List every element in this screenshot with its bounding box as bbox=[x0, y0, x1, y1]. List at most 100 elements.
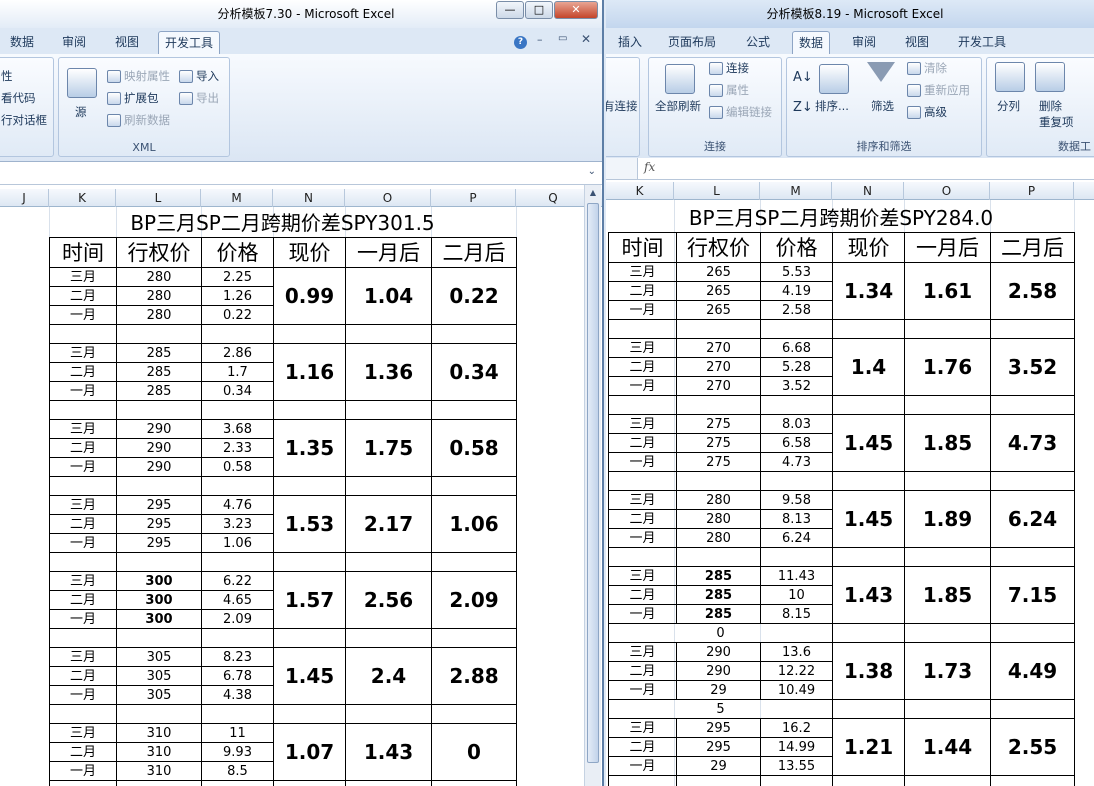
strike-cell[interactable]: 280 bbox=[676, 490, 761, 510]
empty-cell[interactable] bbox=[345, 704, 432, 724]
current-spread-cell[interactable]: 1.34 bbox=[832, 262, 905, 320]
month-cell[interactable]: 三月 bbox=[49, 647, 117, 667]
empty-cell[interactable] bbox=[990, 547, 1075, 567]
import-button[interactable]: 导入 bbox=[179, 68, 219, 84]
empty-cell[interactable] bbox=[345, 780, 432, 786]
price-cell[interactable]: 6.68 bbox=[760, 338, 833, 358]
close-button[interactable]: ✕ bbox=[554, 1, 598, 19]
price-cell[interactable]: 0.58 bbox=[201, 457, 274, 477]
header-cell[interactable]: 行权价 bbox=[676, 232, 761, 263]
empty-cell[interactable] bbox=[273, 628, 346, 648]
text-to-columns-button[interactable]: 分列 bbox=[997, 98, 1020, 114]
expansion-pack-button[interactable]: 扩展包 bbox=[107, 90, 159, 106]
price-cell[interactable]: 4.76 bbox=[201, 495, 274, 515]
tab-developer[interactable]: 开发工具 bbox=[952, 31, 1012, 54]
empty-cell[interactable] bbox=[760, 471, 833, 491]
empty-cell[interactable] bbox=[676, 547, 761, 567]
two-months-later-cell[interactable]: 0.58 bbox=[431, 419, 517, 477]
empty-cell[interactable] bbox=[201, 628, 274, 648]
empty-cell[interactable] bbox=[990, 319, 1075, 339]
one-month-later-cell[interactable]: 1.44 bbox=[904, 718, 991, 776]
month-cell[interactable]: 二月 bbox=[608, 433, 677, 453]
month-cell[interactable]: 三月 bbox=[608, 566, 677, 586]
price-cell[interactable]: 1.26 bbox=[201, 286, 274, 306]
header-cell[interactable]: 行权价 bbox=[116, 237, 202, 268]
strike-cell[interactable]: 305 bbox=[116, 666, 202, 686]
strike-cell[interactable]: 265 bbox=[676, 262, 761, 282]
strike-cell[interactable]: 300 bbox=[116, 609, 202, 629]
strike-cell[interactable]: 285 bbox=[676, 585, 761, 605]
empty-cell[interactable] bbox=[760, 319, 833, 339]
left-formula-bar[interactable]: ⌄ bbox=[0, 163, 602, 185]
strike-cell[interactable]: 285 bbox=[116, 381, 202, 401]
month-cell[interactable]: 三月 bbox=[49, 267, 117, 287]
month-cell[interactable]: 一月 bbox=[608, 680, 677, 700]
empty-cell[interactable] bbox=[990, 471, 1075, 491]
tab-formulas[interactable]: 公式 bbox=[740, 31, 776, 54]
source-button[interactable]: 源 bbox=[75, 104, 87, 120]
scroll-thumb[interactable] bbox=[587, 203, 599, 763]
one-month-later-cell[interactable]: 1.04 bbox=[345, 267, 432, 325]
current-spread-cell[interactable]: 0.99 bbox=[273, 267, 346, 325]
strike-cell[interactable]: 285 bbox=[676, 566, 761, 586]
price-cell[interactable]: 3.68 bbox=[201, 419, 274, 439]
price-cell[interactable]: 0.22 bbox=[201, 305, 274, 325]
month-cell[interactable]: 二月 bbox=[49, 742, 117, 762]
empty-cell[interactable] bbox=[49, 780, 117, 786]
advanced-button[interactable]: 高级 bbox=[907, 104, 947, 120]
empty-cell[interactable] bbox=[608, 395, 677, 415]
month-cell[interactable]: 三月 bbox=[608, 718, 677, 738]
header-cell[interactable]: 价格 bbox=[760, 232, 833, 263]
price-cell[interactable]: 12.22 bbox=[760, 661, 833, 681]
empty-cell[interactable] bbox=[990, 623, 1075, 643]
empty-cell[interactable] bbox=[832, 623, 905, 643]
month-cell[interactable]: 一月 bbox=[49, 305, 117, 325]
strike-cell[interactable]: 280 bbox=[116, 286, 202, 306]
scroll-up-arrow-icon[interactable]: ▲ bbox=[585, 185, 601, 201]
tab-developer[interactable]: 开发工具 bbox=[158, 31, 221, 54]
one-month-later-cell[interactable]: 2.17 bbox=[345, 495, 432, 553]
header-cell[interactable]: 二月后 bbox=[431, 237, 517, 268]
current-spread-cell[interactable]: 1.07 bbox=[273, 723, 346, 781]
empty-cell[interactable] bbox=[116, 324, 202, 344]
tab-insert[interactable]: 插入 bbox=[612, 31, 648, 54]
price-cell[interactable]: 8.23 bbox=[201, 647, 274, 667]
empty-cell[interactable] bbox=[49, 704, 117, 724]
empty-cell[interactable] bbox=[273, 476, 346, 496]
empty-cell[interactable] bbox=[904, 319, 991, 339]
two-months-later-cell[interactable]: 7.15 bbox=[990, 566, 1075, 624]
tab-view[interactable]: 视图 bbox=[109, 31, 145, 54]
strike-cell[interactable]: 295 bbox=[676, 737, 761, 757]
current-spread-cell[interactable]: 1.45 bbox=[832, 490, 905, 548]
strike-cell[interactable]: 290 bbox=[116, 457, 202, 477]
two-months-later-cell[interactable]: 2.55 bbox=[990, 718, 1075, 776]
empty-cell[interactable] bbox=[676, 471, 761, 491]
month-cell[interactable]: 三月 bbox=[608, 262, 677, 282]
price-cell[interactable]: 2.33 bbox=[201, 438, 274, 458]
empty-cell[interactable] bbox=[201, 400, 274, 420]
empty-cell[interactable] bbox=[608, 319, 677, 339]
empty-cell[interactable] bbox=[832, 395, 905, 415]
empty-cell[interactable] bbox=[904, 547, 991, 567]
strike-cell[interactable]: 280 bbox=[116, 267, 202, 287]
price-cell[interactable]: 0.34 bbox=[201, 381, 274, 401]
empty-cell[interactable] bbox=[201, 476, 274, 496]
empty-cell[interactable] bbox=[201, 780, 274, 786]
empty-cell[interactable] bbox=[990, 395, 1075, 415]
tab-data[interactable]: 数据 bbox=[792, 31, 831, 54]
one-month-later-cell[interactable]: 1.73 bbox=[904, 642, 991, 700]
one-month-later-cell[interactable]: 1.89 bbox=[904, 490, 991, 548]
filter-button[interactable]: 筛选 bbox=[871, 98, 894, 114]
ribbon-restore-icon[interactable]: ▭ bbox=[558, 33, 567, 44]
empty-cell[interactable] bbox=[201, 552, 274, 572]
price-cell[interactable]: 6.58 bbox=[760, 433, 833, 453]
price-cell[interactable]: 2.86 bbox=[201, 343, 274, 363]
left-sheet-grid[interactable]: BP三月SP二月跨期价差SPY301.5 时间 行权价 价格 现价 一月后 二月后 三月 280… bbox=[0, 207, 602, 786]
empty-cell[interactable] bbox=[904, 623, 991, 643]
one-month-later-cell[interactable]: 1.61 bbox=[904, 262, 991, 320]
name-box[interactable] bbox=[606, 158, 638, 179]
one-month-later-cell[interactable]: 1.85 bbox=[904, 566, 991, 624]
price-cell[interactable]: 11 bbox=[201, 723, 274, 743]
empty-cell[interactable] bbox=[431, 324, 517, 344]
empty-cell[interactable] bbox=[760, 395, 833, 415]
